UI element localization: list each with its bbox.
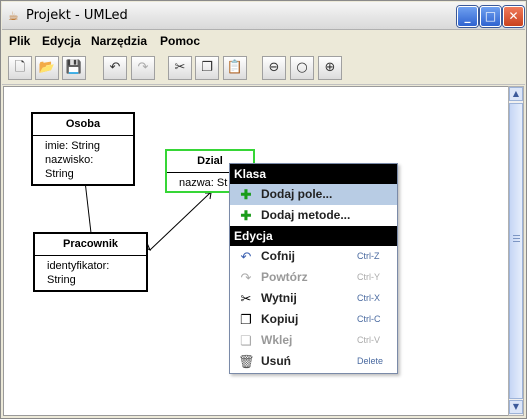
menu-item-cofnij[interactable]: ↶ Cofnij Ctrl-Z	[230, 246, 397, 267]
paste-icon: ❏	[240, 333, 252, 348]
zoom-reset-icon[interactable]: ○	[290, 56, 314, 80]
menu-pomoc[interactable]: Pomoc	[160, 34, 200, 48]
paste-icon[interactable]: 📋	[223, 56, 247, 80]
attribute: identyfikator: String	[47, 260, 110, 286]
maximize-button[interactable]: □	[480, 6, 501, 27]
menu-item-label: Wklej	[261, 333, 293, 347]
redo-icon: ↷	[240, 270, 252, 285]
menu-edycja[interactable]: Edycja	[42, 34, 81, 48]
menu-item-shortcut: Ctrl-X	[357, 293, 380, 303]
scroll-thumb[interactable]	[509, 103, 523, 399]
menu-item-label: Dodaj pole...	[261, 187, 333, 201]
attribute: imie: String	[45, 140, 101, 152]
redo-icon[interactable]: ↷	[131, 56, 155, 80]
zoom-in-icon[interactable]: ⊕	[318, 56, 342, 80]
class-attributes: imie: String nazwisko: String	[33, 136, 133, 184]
window-title: Projekt - UMLed	[26, 8, 128, 23]
undo-icon: ↶	[240, 249, 252, 264]
menu-item-shortcut: Ctrl-C	[357, 314, 381, 324]
menu-item-label: Usuń	[261, 354, 291, 368]
association-arrowhead-end	[205, 192, 212, 200]
inheritance-line[interactable]	[84, 180, 92, 234]
title-bar[interactable]: ☕ Projekt - UMLed _ □ ✕	[2, 2, 525, 30]
copy-icon: ❐	[240, 312, 252, 327]
undo-icon[interactable]: ↶	[103, 56, 127, 80]
menu-plik[interactable]: Plik	[9, 34, 30, 48]
menu-item-dodaj-metode[interactable]: ✚ Dodaj metode...	[230, 205, 397, 226]
copy-icon[interactable]: ❐	[195, 56, 219, 80]
association-line[interactable]	[149, 192, 211, 251]
menu-item-label: Dodaj metode...	[261, 208, 351, 222]
menu-item-label: Cofnij	[261, 249, 295, 263]
menu-item-powtorz[interactable]: ↷ Powtórz Ctrl-Y	[230, 267, 397, 288]
cut-icon[interactable]: ✂	[168, 56, 192, 80]
zoom-out-icon[interactable]: ⊖	[262, 56, 286, 80]
vertical-scrollbar[interactable]: ▲ ▼	[508, 86, 524, 416]
class-osoba[interactable]: Osoba imie: String nazwisko: String	[31, 112, 135, 186]
open-folder-icon[interactable]: 📂	[35, 56, 59, 80]
menu-bar: Plik Edycja Narzędzia Pomoc	[2, 31, 525, 51]
trash-icon: 🗑	[238, 354, 255, 369]
toolbar: 🗋 📂 💾 ↶ ↷ ✂ ❐ 📋 ⊖ ○ ⊕	[2, 51, 525, 85]
menu-item-shortcut: Ctrl-Z	[357, 251, 380, 261]
scroll-up-icon[interactable]: ▲	[509, 87, 523, 101]
menu-item-wytnij[interactable]: ✂ Wytnij Ctrl-X	[230, 288, 397, 309]
menu-section-header: Edycja	[230, 226, 397, 246]
menu-item-dodaj-pole[interactable]: ✚ Dodaj pole...	[230, 184, 397, 205]
new-file-icon[interactable]: 🗋	[8, 56, 32, 80]
menu-section-header: Klasa	[230, 164, 397, 184]
menu-item-label: Kopiuj	[261, 312, 299, 326]
menu-narzedzia[interactable]: Narzędzia	[91, 34, 147, 48]
save-icon[interactable]: 💾	[62, 56, 86, 80]
menu-item-shortcut: Ctrl-Y	[357, 272, 380, 282]
menu-item-shortcut: Ctrl-V	[357, 335, 380, 345]
plus-icon: ✚	[240, 187, 252, 202]
minimize-button[interactable]: _	[457, 6, 478, 27]
scroll-down-icon[interactable]: ▼	[509, 400, 523, 414]
plus-icon: ✚	[240, 208, 252, 223]
class-pracownik[interactable]: Pracownik identyfikator: String	[33, 232, 148, 292]
context-menu: Klasa ✚ Dodaj pole... ✚ Dodaj metode... …	[229, 163, 398, 374]
menu-item-label: Wytnij	[261, 291, 297, 305]
java-app-icon: ☕	[8, 9, 19, 23]
class-name: Osoba	[33, 114, 133, 136]
close-button[interactable]: ✕	[503, 6, 524, 27]
menu-item-wklej[interactable]: ❏ Wklej Ctrl-V	[230, 330, 397, 351]
menu-item-usun[interactable]: 🗑 Usuń Delete	[230, 351, 397, 372]
menu-item-label: Powtórz	[261, 270, 308, 284]
menu-item-shortcut: Delete	[357, 356, 384, 366]
menu-item-kopiuj[interactable]: ❐ Kopiuj Ctrl-C	[230, 309, 397, 330]
cut-icon: ✂	[240, 291, 252, 306]
class-name: Pracownik	[35, 234, 146, 256]
class-attributes: identyfikator: String	[35, 256, 146, 290]
attribute: nazwisko: String	[45, 154, 94, 180]
